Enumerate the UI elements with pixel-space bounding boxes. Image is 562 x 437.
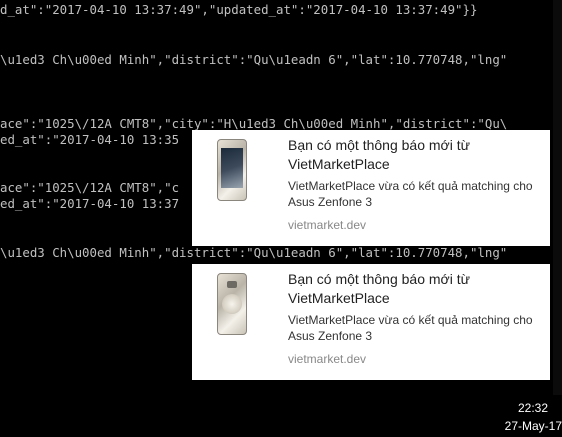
- notification-title: Bạn có một thông báo mới từ VietMarketPl…: [288, 137, 470, 172]
- notification-title: Bạn có một thông báo mới từ VietMarketPl…: [288, 271, 470, 306]
- console-line: ed_at":"2017-04-10 13:37: [0, 196, 180, 211]
- notification-card[interactable]: Bạn có một thông báo mới từ VietMarketPl…: [192, 130, 550, 246]
- notification-source: vietmarket.dev: [288, 218, 367, 232]
- taskbar-clock-date[interactable]: 27-May-17: [505, 419, 562, 433]
- notification-body: VietMarketPlace vừa có kết quả matching …: [288, 179, 533, 209]
- phone-back-image: [217, 273, 247, 335]
- console-line: \u1ed3 Ch\u00ed Minh","district":"Qu\u1e…: [0, 245, 508, 260]
- notification-card[interactable]: Bạn có một thông báo mới từ VietMarketPl…: [192, 264, 550, 380]
- notification-body: VietMarketPlace vừa có kết quả matching …: [288, 313, 533, 343]
- product-thumbnail: [204, 138, 260, 202]
- console-line: d_at":"2017-04-10 13:37:49","updated_at"…: [0, 2, 478, 17]
- taskbar-clock-time[interactable]: 22:32: [518, 401, 548, 415]
- console-scrollbar[interactable]: [553, 0, 562, 395]
- product-thumbnail: [204, 272, 260, 336]
- phone-front-image: [217, 139, 247, 201]
- console-line: ace":"1025\/12A CMT8","c: [0, 180, 180, 195]
- console-line: ed_at":"2017-04-10 13:35: [0, 132, 180, 147]
- notification-source: vietmarket.dev: [288, 352, 367, 366]
- console-line: \u1ed3 Ch\u00ed Minh","district":"Qu\u1e…: [0, 52, 508, 67]
